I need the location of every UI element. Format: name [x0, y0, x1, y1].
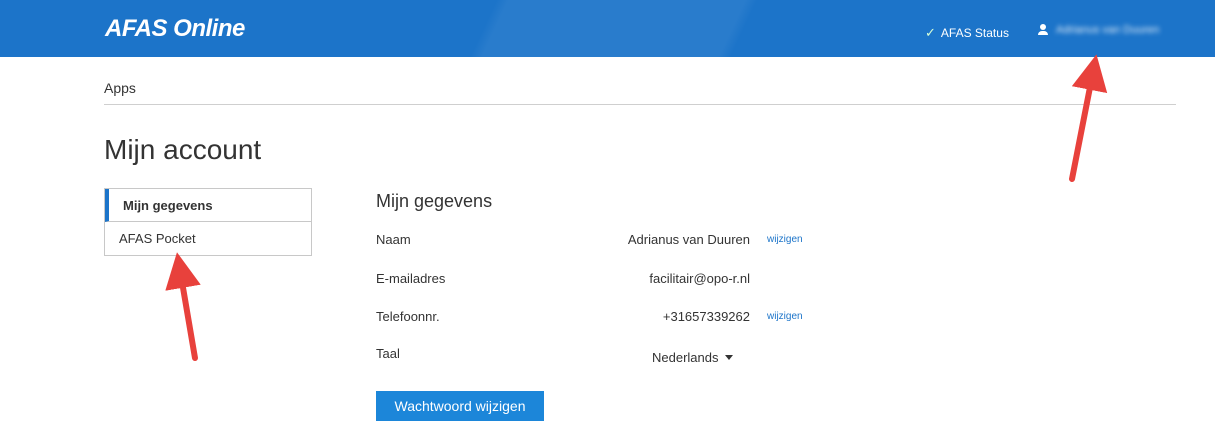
- user-name: Adrianus van Duuren: [1056, 24, 1160, 36]
- value-telefoon: +31657339262: [662, 309, 750, 324]
- label-naam: Naam: [376, 232, 411, 247]
- top-bar: AFAS Online ✓ AFAS Status Adrianus van D…: [0, 0, 1215, 57]
- divider: [104, 104, 1176, 105]
- arrow-user-name: [1069, 54, 1108, 182]
- sidenav-item-mijn-gegevens[interactable]: Mijn gegevens: [105, 189, 311, 222]
- language-select[interactable]: Nederlands: [652, 350, 733, 365]
- edit-phone-link[interactable]: wijzigen: [767, 311, 803, 322]
- user-menu[interactable]: Adrianus van Duuren: [1038, 24, 1159, 36]
- language-value: Nederlands: [652, 350, 719, 365]
- caret-down-icon: [724, 355, 733, 360]
- arrow-afas-pocket: [165, 252, 201, 361]
- edit-name-link[interactable]: wijzigen: [767, 234, 803, 245]
- label-taal: Taal: [376, 346, 400, 361]
- user-icon: [1038, 24, 1048, 36]
- page-title: Mijn account: [104, 134, 262, 165]
- value-naam: Adrianus van Duuren: [627, 232, 750, 247]
- check-icon: ✓: [925, 25, 936, 40]
- afas-online-logo[interactable]: AFAS Online: [105, 15, 245, 43]
- label-email: E-mailadres: [376, 271, 446, 286]
- value-email: facilitair@opo-r.nl: [649, 271, 750, 286]
- section-title: Mijn gegevens: [376, 191, 493, 211]
- breadcrumb-apps[interactable]: Apps: [104, 80, 136, 96]
- label-telefoon: Telefoonnr.: [376, 309, 440, 324]
- account-sidenav: Mijn gegevens AFAS Pocket: [104, 188, 312, 256]
- afas-status-link[interactable]: ✓ AFAS Status: [925, 26, 1009, 40]
- sidenav-item-afas-pocket[interactable]: AFAS Pocket: [105, 222, 311, 255]
- status-label: AFAS Status: [940, 26, 1009, 40]
